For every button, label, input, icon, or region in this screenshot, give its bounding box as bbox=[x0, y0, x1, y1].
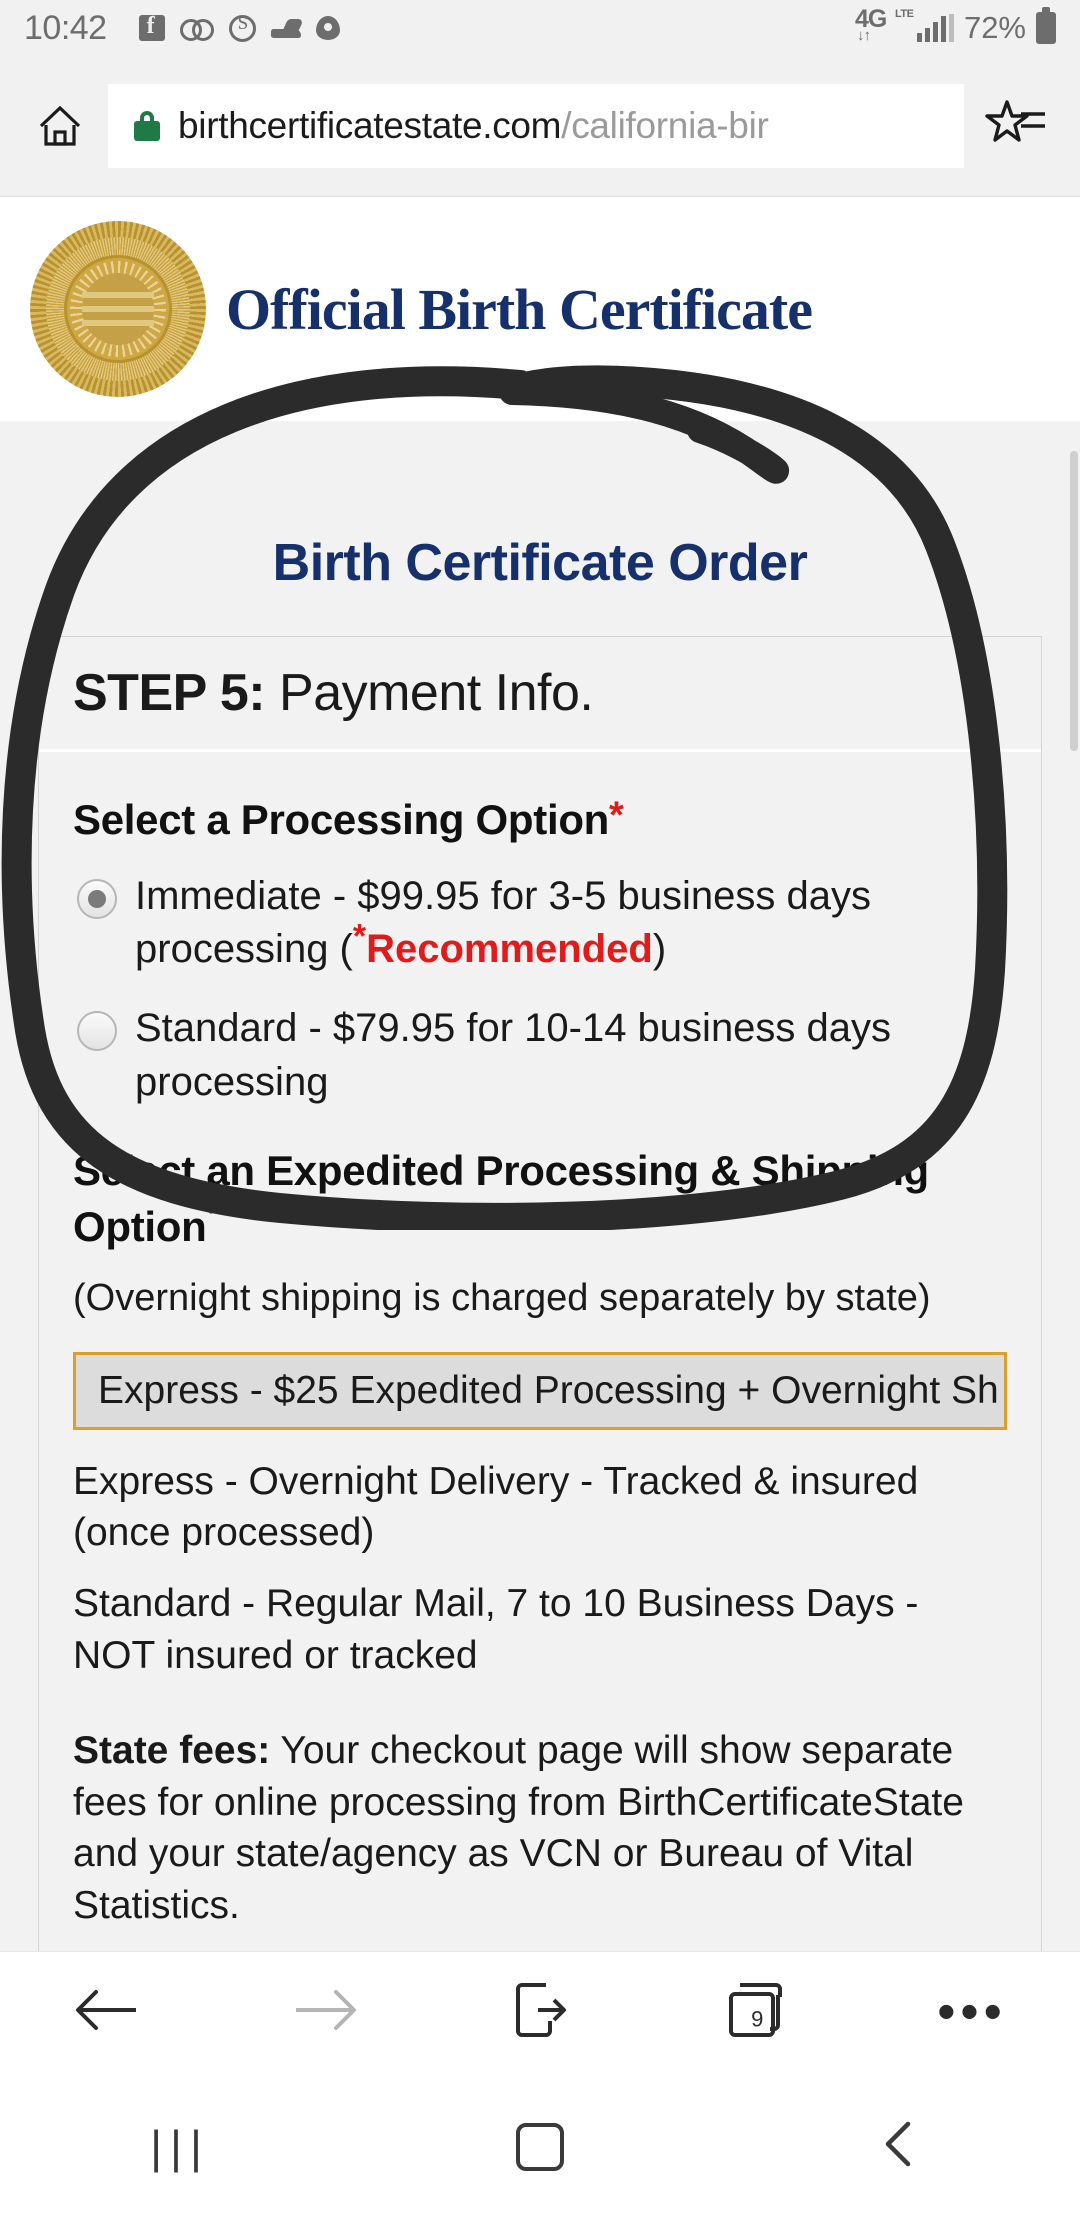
url-domain: birthcertificatestate.com bbox=[178, 105, 562, 146]
radio-immediate-text-after: ) bbox=[652, 927, 667, 972]
network-4glte-icon: 4G LTE ↓↑ bbox=[855, 5, 914, 48]
shipping-heading: Select an Expedited Processing & Shippin… bbox=[73, 1146, 929, 1251]
tab-count-label: 9 bbox=[751, 2006, 764, 2031]
radio-immediate-label: Immediate - $99.95 for 3-5 business days… bbox=[135, 870, 1007, 976]
payment-step-card: STEP 5: Payment Info. Select a Processin… bbox=[38, 636, 1042, 1951]
page-content: Birth Certificate Order STEP 5: Payment … bbox=[0, 421, 1080, 1951]
status-bar-notification-icons bbox=[138, 13, 340, 42]
browser-back-button[interactable] bbox=[33, 1986, 183, 2039]
state-fees-label: State fees: bbox=[73, 1729, 271, 1773]
status-bar-clock: 10:42 bbox=[24, 8, 107, 47]
browser-share-button[interactable] bbox=[465, 1981, 615, 2044]
radio-standard-input[interactable] bbox=[77, 1011, 117, 1052]
step-header: STEP 5: Payment Info. bbox=[39, 637, 1041, 752]
data-arrows-icon: ↓↑ bbox=[856, 27, 871, 44]
recommended-asterisk: * bbox=[352, 917, 367, 956]
status-bar-right: 4G LTE ↓↑ 72% bbox=[855, 5, 1056, 48]
site-header: Official Birth Certificate bbox=[0, 196, 1080, 421]
url-text: birthcertificatestate.com/california-bir bbox=[178, 105, 769, 147]
nav-recents-button[interactable]: ||| bbox=[80, 2120, 280, 2174]
bookmark-menu-icon bbox=[985, 98, 1047, 155]
processing-heading: Select a Processing Option bbox=[73, 796, 610, 843]
state-fees-paragraph: State fees: Your checkout page will show… bbox=[73, 1725, 1007, 1931]
shipping-required-asterisk: * bbox=[206, 1193, 222, 1236]
browser-forward-button[interactable] bbox=[249, 1986, 399, 2039]
status-bar-left: 10:42 bbox=[24, 9, 340, 48]
address-field[interactable]: birthcertificatestate.com/california-bir bbox=[108, 84, 964, 168]
shipping-description-standard: Standard - Regular Mail, 7 to 10 Busines… bbox=[73, 1582, 919, 1677]
skype-icon bbox=[228, 13, 256, 42]
browser-more-button[interactable]: ••• bbox=[897, 1983, 1047, 2042]
radio-option-standard[interactable]: Standard - $79.95 for 10-14 business day… bbox=[73, 1002, 1007, 1108]
bookmark-menu-button[interactable] bbox=[972, 98, 1060, 155]
share-device-icon bbox=[512, 1981, 568, 2044]
processing-option-group: Select a Processing Option* Immediate - … bbox=[73, 796, 1007, 1109]
shipping-description-express: Express - Overnight Delivery - Tracked &… bbox=[73, 1459, 919, 1554]
browser-bottom-toolbar: 9 ••• bbox=[0, 1951, 1080, 2073]
arrow-left-icon bbox=[72, 1986, 144, 2039]
page-scrollbar[interactable] bbox=[1070, 451, 1078, 751]
step-label: STEP 5: bbox=[73, 664, 266, 722]
more-options-icon: ••• bbox=[937, 1983, 1007, 2042]
nav-back-button[interactable] bbox=[800, 2118, 1000, 2175]
network-sub-label: LTE bbox=[894, 8, 914, 20]
site-title: Official Birth Certificate bbox=[226, 276, 813, 342]
shipping-heading-wrap: Select an Expedited Processing & Shippin… bbox=[73, 1143, 1007, 1256]
signal-strength-icon bbox=[916, 14, 954, 42]
voicemail-icon bbox=[179, 19, 214, 41]
home-icon bbox=[37, 104, 83, 148]
battery-icon bbox=[1036, 7, 1056, 44]
url-path: /california-bir bbox=[561, 105, 769, 146]
chevron-down-icon: ▼ bbox=[999, 1375, 1004, 1407]
cloud-icon bbox=[315, 16, 340, 40]
radio-standard-label: Standard - $79.95 for 10-14 business day… bbox=[135, 1006, 892, 1104]
lock-icon bbox=[134, 111, 160, 141]
arrow-right-icon bbox=[288, 1986, 360, 2039]
radio-option-immediate[interactable]: Immediate - $99.95 for 3-5 business days… bbox=[73, 870, 1007, 976]
back-chevron-icon bbox=[880, 2118, 920, 2175]
recommended-badge: Recommended bbox=[366, 927, 653, 972]
nav-home-button[interactable] bbox=[440, 2122, 640, 2171]
page-title: Birth Certificate Order bbox=[272, 534, 808, 592]
shipping-select-value: Express - $25 Expedited Processing + Ove… bbox=[98, 1368, 999, 1412]
battery-percent-label: 72% bbox=[963, 10, 1026, 45]
gold-seal-icon bbox=[30, 221, 206, 397]
step-title: Payment Info. bbox=[265, 664, 594, 722]
home-square-icon bbox=[516, 2122, 564, 2171]
browser-tabs-button[interactable]: 9 bbox=[681, 1981, 831, 2044]
recents-icon: ||| bbox=[150, 2120, 210, 2173]
home-button[interactable] bbox=[20, 104, 100, 148]
radio-immediate-input[interactable] bbox=[77, 879, 117, 919]
status-bar: 10:42 4G LTE ↓↑ 72% bbox=[0, 0, 1080, 56]
shipping-subnote: (Overnight shipping is charged separatel… bbox=[73, 1277, 931, 1320]
shipping-select[interactable]: Express - $25 Expedited Processing + Ove… bbox=[73, 1351, 1007, 1430]
payment-form: Select a Processing Option* Immediate - … bbox=[39, 752, 1041, 1951]
android-navigation-bar: ||| bbox=[0, 2073, 1080, 2220]
browser-url-bar: birthcertificatestate.com/california-bir bbox=[0, 56, 1080, 196]
required-asterisk: * bbox=[609, 794, 624, 837]
shipping-option-group: Select an Expedited Processing & Shippin… bbox=[73, 1143, 1007, 1682]
facebook-icon bbox=[138, 13, 165, 41]
shoe-tracker-icon bbox=[270, 18, 301, 38]
phone-screen: 10:42 4G LTE ↓↑ 72% bbox=[0, 0, 1080, 2220]
